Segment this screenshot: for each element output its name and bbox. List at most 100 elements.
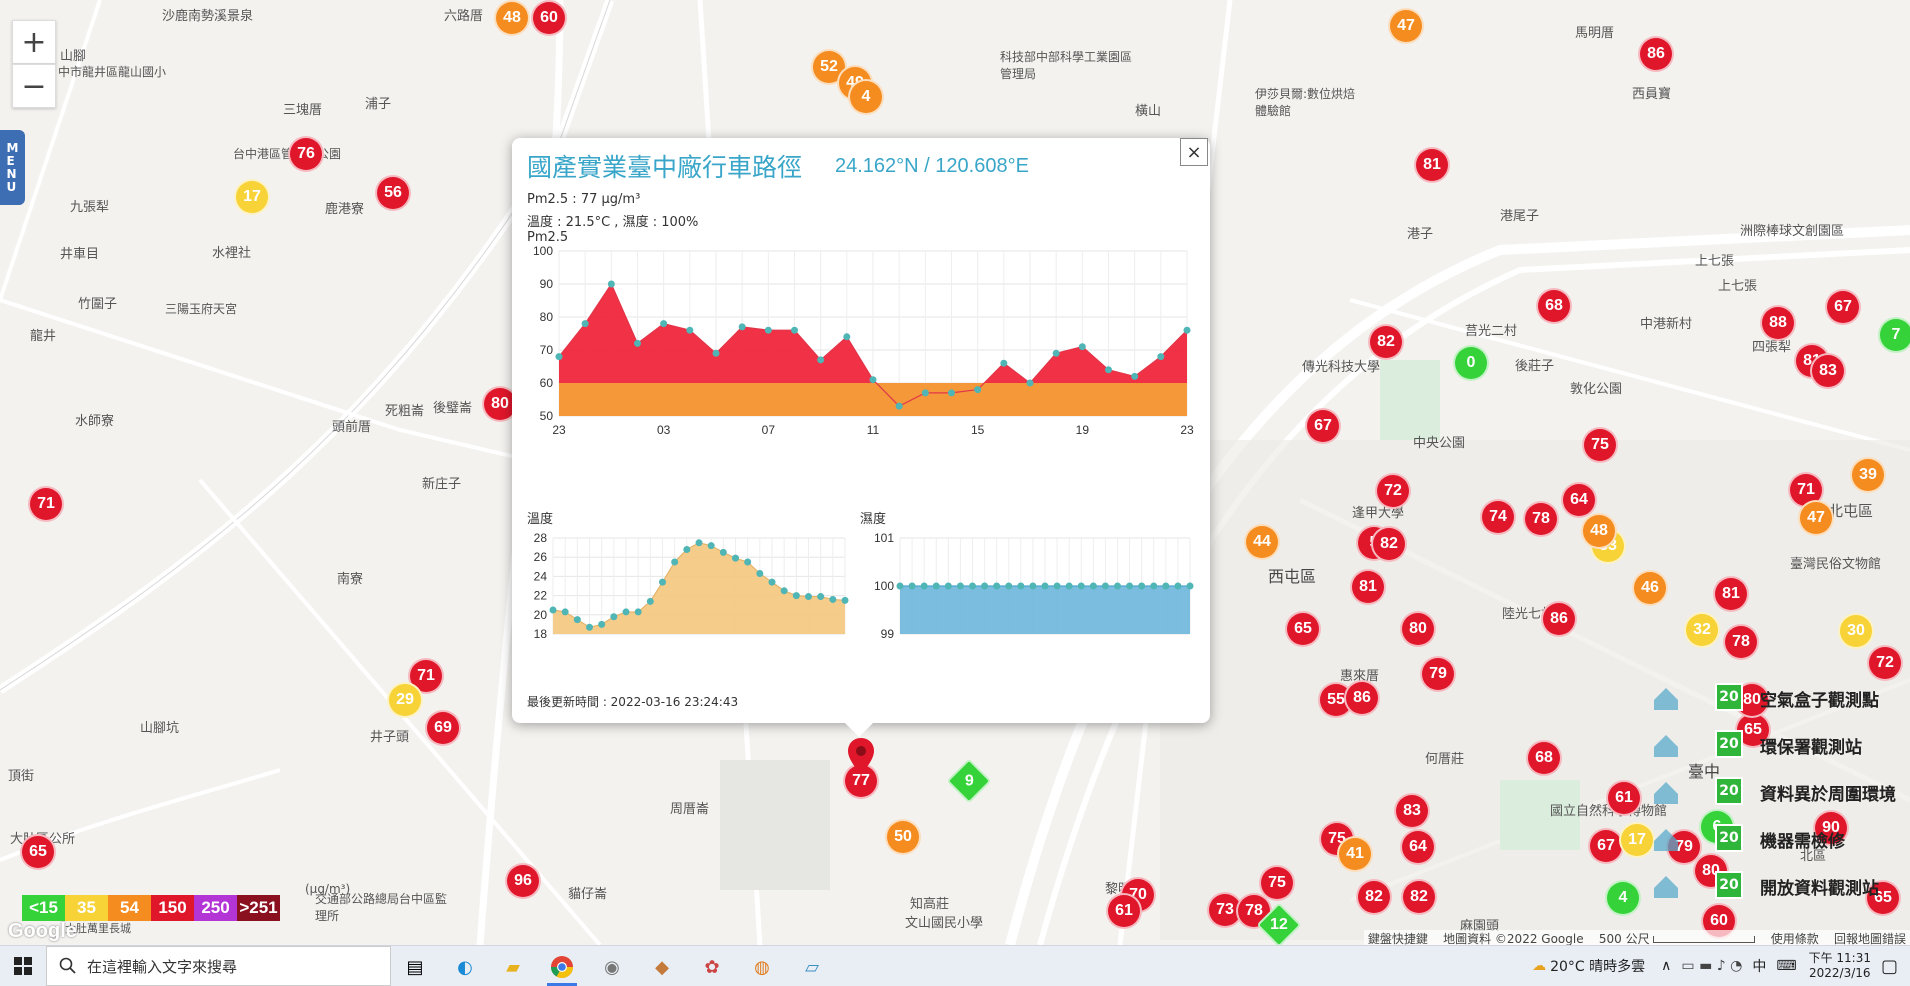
menu-tab[interactable]: MENU — [0, 130, 25, 205]
location-pin-icon[interactable] — [848, 738, 874, 774]
clock[interactable]: 下午 11:31 2022/3/16 — [1809, 951, 1871, 981]
aqi-marker[interactable]: 65 — [1285, 611, 1321, 647]
station-type-icon — [1650, 823, 1682, 855]
aqi-marker[interactable]: 68 — [1526, 740, 1562, 776]
aqi-marker[interactable]: 86 — [1541, 601, 1577, 637]
zoom-in-button[interactable]: + — [12, 20, 56, 64]
legend-panel-item[interactable]: 20 資料異於周圍環境 — [1645, 772, 1910, 812]
legend-panel-item[interactable]: 20 開放資料觀測站 — [1645, 866, 1910, 906]
aqi-marker[interactable]: 74 — [1480, 499, 1516, 535]
legend-badge: 20 — [1715, 777, 1743, 805]
data-point — [549, 606, 557, 614]
aqi-marker[interactable]: 17 — [234, 179, 270, 215]
aqi-marker[interactable]: 81 — [1713, 576, 1749, 612]
aqi-marker[interactable]: 64 — [1400, 829, 1436, 865]
aqi-marker[interactable]: 61 — [1106, 893, 1142, 929]
aqi-marker[interactable]: 67 — [1588, 828, 1624, 864]
aqi-marker[interactable]: 82 — [1356, 879, 1392, 915]
aqi-marker[interactable]: 56 — [375, 175, 411, 211]
aqi-marker[interactable]: 81 — [1414, 147, 1450, 183]
zoom-out-button[interactable]: − — [12, 64, 56, 108]
aqi-marker[interactable]: 48 — [1581, 513, 1617, 549]
legend-panel-item[interactable]: 20 空氣盒子觀測點 — [1645, 678, 1910, 718]
aqi-marker[interactable]: 47 — [1388, 8, 1424, 44]
aqi-marker[interactable]: 65 — [20, 834, 56, 870]
aqi-marker[interactable]: 78 — [1723, 624, 1759, 660]
aqi-marker[interactable]: 82 — [1371, 526, 1407, 562]
ime-indicator[interactable]: 中 — [1752, 956, 1766, 976]
aqi-marker[interactable]: 4 — [1605, 880, 1641, 916]
aqi-marker[interactable]: 68 — [1536, 288, 1572, 324]
app-icon-5[interactable]: ▱ — [797, 952, 827, 982]
aqi-marker[interactable]: 72 — [1867, 645, 1903, 681]
weather-text[interactable]: 20°C 晴時多雲 — [1550, 956, 1645, 976]
chrome-icon[interactable] — [547, 952, 577, 982]
legend-panel-item[interactable]: 20 環保署觀測站 — [1645, 725, 1910, 765]
aqi-marker[interactable]: 0 — [1453, 345, 1489, 381]
data-point — [841, 596, 849, 604]
aqi-marker[interactable]: 7 — [1878, 317, 1910, 353]
app-icon-2[interactable]: ◆ — [647, 952, 677, 982]
aqi-marker[interactable]: 81 — [1350, 569, 1386, 605]
app-icon-1[interactable]: ◉ — [597, 952, 627, 982]
aqi-marker[interactable]: 83 — [1394, 793, 1430, 829]
aqi-marker[interactable]: 78 — [1523, 501, 1559, 537]
aqi-marker[interactable]: 67 — [1825, 289, 1861, 325]
aqi-marker[interactable]: 61 — [1606, 780, 1642, 816]
aqi-legend-item: <15 — [22, 895, 65, 921]
aqi-marker[interactable]: 86 — [1638, 36, 1674, 72]
aqi-marker[interactable]: 4 — [848, 79, 884, 115]
aqi-marker[interactable]: 39 — [1850, 457, 1886, 493]
chevron-up-icon[interactable]: ∧ — [1661, 958, 1671, 974]
aqi-marker[interactable]: 96 — [505, 863, 541, 899]
close-button[interactable]: × — [1180, 138, 1208, 166]
tray-icons[interactable]: ▭ ▬ ♪ ◔ — [1681, 958, 1742, 974]
aqi-marker[interactable]: 79 — [1420, 656, 1456, 692]
aqi-marker[interactable]: 82 — [1401, 879, 1437, 915]
aqi-marker[interactable]: 71 — [28, 486, 64, 522]
aqi-marker[interactable]: 46 — [1632, 570, 1668, 606]
aqi-marker[interactable]: 32 — [1684, 612, 1720, 648]
aqi-marker[interactable]: 75 — [1582, 427, 1618, 463]
aqi-marker[interactable]: 47 — [1798, 500, 1834, 536]
humidity-chart: 99 100 101 — [874, 531, 1194, 641]
start-button[interactable] — [0, 946, 46, 986]
aqi-marker[interactable]: 80 — [1400, 611, 1436, 647]
last-updated: 最後更新時間 : 2022-03-16 23:24:43 — [527, 695, 739, 709]
data-point — [1052, 349, 1060, 357]
task-view-icon[interactable]: ▤ — [400, 952, 430, 982]
terms-link[interactable]: 使用條款 — [1771, 932, 1819, 945]
aqi-marker[interactable]: 67 — [1305, 408, 1341, 444]
aqi-marker[interactable]: 76 — [288, 136, 324, 172]
aqi-marker[interactable]: 60 — [531, 0, 567, 36]
aqi-marker[interactable]: 30 — [1838, 613, 1874, 649]
notification-icon[interactable]: ▢ — [1881, 956, 1898, 977]
aqi-marker[interactable]: 48 — [494, 0, 530, 36]
aqi-marker[interactable]: 83 — [1810, 353, 1846, 389]
aqi-marker[interactable]: 86 — [1344, 680, 1380, 716]
aqi-marker[interactable]: 82 — [1368, 324, 1404, 360]
aqi-marker[interactable]: 64 — [1561, 482, 1597, 518]
aqi-marker[interactable]: 50 — [885, 819, 921, 855]
taskbar-search[interactable]: 在這裡輸入文字來搜尋 — [46, 946, 391, 986]
aqi-marker[interactable]: 88 — [1760, 305, 1796, 341]
aqi-marker[interactable]: 41 — [1337, 836, 1373, 872]
app-icon-3[interactable]: ✿ — [697, 952, 727, 982]
legend-badge: 20 — [1715, 730, 1743, 758]
data-point — [686, 326, 694, 334]
scale-label[interactable]: 500 公尺 — [1599, 932, 1650, 945]
keyboard-icon[interactable]: ⌨ — [1776, 958, 1796, 974]
legend-panel-item[interactable]: 20 機器需檢修 — [1645, 819, 1910, 859]
report-error-link[interactable]: 回報地圖錯誤 — [1834, 932, 1906, 945]
app-icon-4[interactable]: ◍ — [747, 952, 777, 982]
aqi-marker[interactable]: 69 — [425, 710, 461, 746]
map-data-label[interactable]: 地圖資料 ©2022 Google — [1443, 932, 1584, 945]
aqi-marker[interactable]: 29 — [387, 682, 423, 718]
aqi-marker[interactable]: 72 — [1375, 473, 1411, 509]
keyboard-shortcuts-link[interactable]: 鍵盤快捷鍵 — [1368, 932, 1428, 945]
file-explorer-icon[interactable]: ▰ — [498, 952, 528, 982]
aqi-marker[interactable]: 44 — [1244, 524, 1280, 560]
place-label: 中央公園 — [1413, 436, 1466, 451]
aqi-legend-item: >251 — [237, 895, 280, 921]
edge-icon[interactable]: ◐ — [450, 952, 480, 982]
